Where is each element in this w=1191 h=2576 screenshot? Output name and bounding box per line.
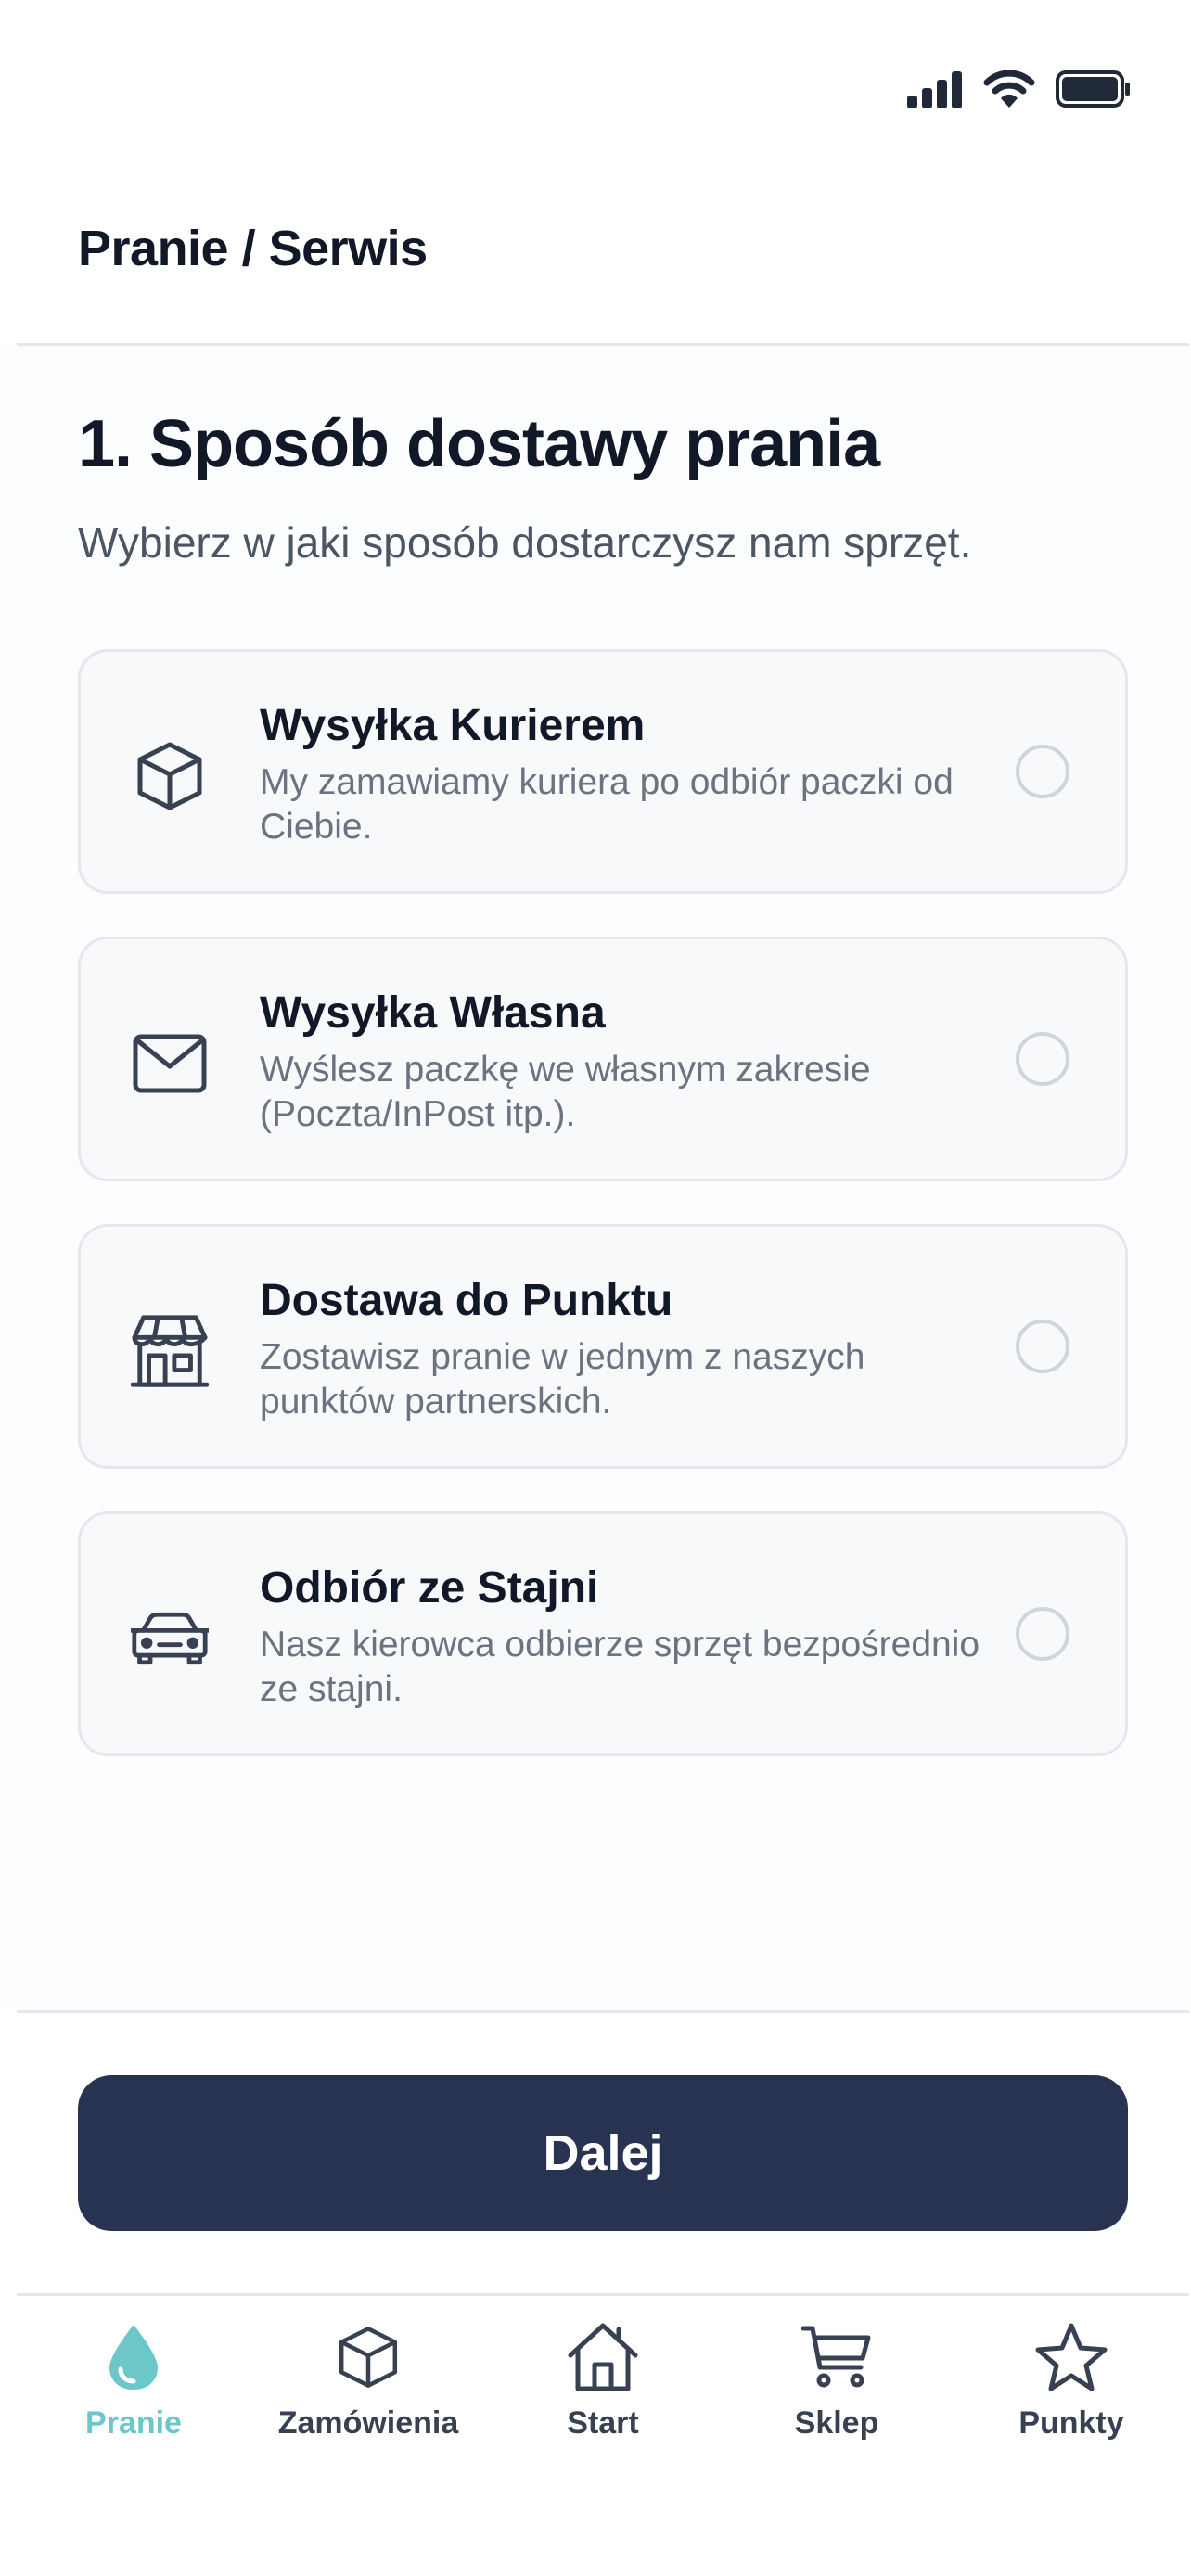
- car-icon: [131, 1600, 209, 1677]
- status-bar: [0, 0, 1191, 158]
- cart-icon: [798, 2318, 876, 2396]
- next-button[interactable]: Dalej: [78, 2075, 1128, 2231]
- nav-label: Pranie: [85, 2405, 182, 2441]
- option-radio[interactable]: [1016, 745, 1069, 798]
- option-radio[interactable]: [1016, 1607, 1069, 1661]
- option-description: My zamawiamy kuriera po odbiór paczki od…: [260, 762, 954, 847]
- option-own-shipping[interactable]: Wysyłka Własna Wyślesz paczkę we własnym…: [78, 937, 1128, 1181]
- option-description: Nasz kierowca odbierze sprzęt bezpośredn…: [260, 1625, 980, 1709]
- option-title: Wysyłka Własna: [260, 988, 606, 1038]
- nav-label: Sklep: [794, 2405, 879, 2441]
- wifi-icon: [983, 70, 1035, 113]
- page-title: Pranie / Serwis: [78, 221, 428, 276]
- nav-item-sklep[interactable]: Sklep: [730, 2318, 943, 2448]
- box-icon: [329, 2318, 407, 2396]
- option-stable-pickup[interactable]: Odbiór ze Stajni Nasz kierowca odbierze …: [78, 1511, 1128, 1756]
- home-indicator-area: [0, 2481, 1191, 2576]
- envelope-icon: [131, 1025, 209, 1103]
- bottom-nav: Pranie Zamówienia Start Sklep Punkty: [0, 2296, 1191, 2481]
- box-icon: [131, 737, 209, 815]
- nav-item-start[interactable]: Start: [496, 2318, 710, 2448]
- app-screen: Pranie / Serwis 1. Sposób dostawy prania…: [0, 0, 1191, 2576]
- store-icon: [131, 1312, 209, 1390]
- nav-item-pranie[interactable]: Pranie: [27, 2318, 240, 2448]
- nav-item-zamowienia[interactable]: Zamówienia: [262, 2318, 475, 2448]
- nav-label: Zamówienia: [277, 2405, 459, 2441]
- footer-divider: [17, 2010, 1189, 2013]
- option-title: Wysyłka Kurierem: [260, 701, 646, 750]
- option-description: Zostawisz pranie w jednym z naszych punk…: [260, 1337, 865, 1422]
- home-icon: [564, 2318, 642, 2396]
- status-icons: [907, 69, 1132, 113]
- water-drop-icon: [95, 2318, 173, 2396]
- step-subtitle: Wybierz w jaki sposób dostarczysz nam sp…: [78, 518, 972, 567]
- nav-item-punkty[interactable]: Punkty: [965, 2318, 1178, 2448]
- step-title: 1. Sposób dostawy prania: [78, 407, 880, 481]
- option-drop-off-point[interactable]: Dostawa do Punktu Zostawisz pranie w jed…: [78, 1224, 1128, 1469]
- option-radio[interactable]: [1016, 1032, 1069, 1086]
- battery-icon: [1056, 70, 1132, 113]
- option-title: Dostawa do Punktu: [260, 1276, 673, 1325]
- option-courier[interactable]: Wysyłka Kurierem My zamawiamy kuriera po…: [78, 649, 1128, 894]
- option-title: Odbiór ze Stajni: [260, 1563, 599, 1613]
- header: Pranie / Serwis: [0, 158, 1191, 343]
- star-icon: [1032, 2318, 1110, 2396]
- nav-label: Start: [567, 2405, 639, 2441]
- option-radio[interactable]: [1016, 1320, 1069, 1373]
- nav-label: Punkty: [1018, 2405, 1124, 2441]
- signal-icon: [907, 70, 963, 113]
- option-description: Wyślesz paczkę we własnym zakresie (Pocz…: [260, 1050, 871, 1134]
- header-divider: [17, 343, 1189, 346]
